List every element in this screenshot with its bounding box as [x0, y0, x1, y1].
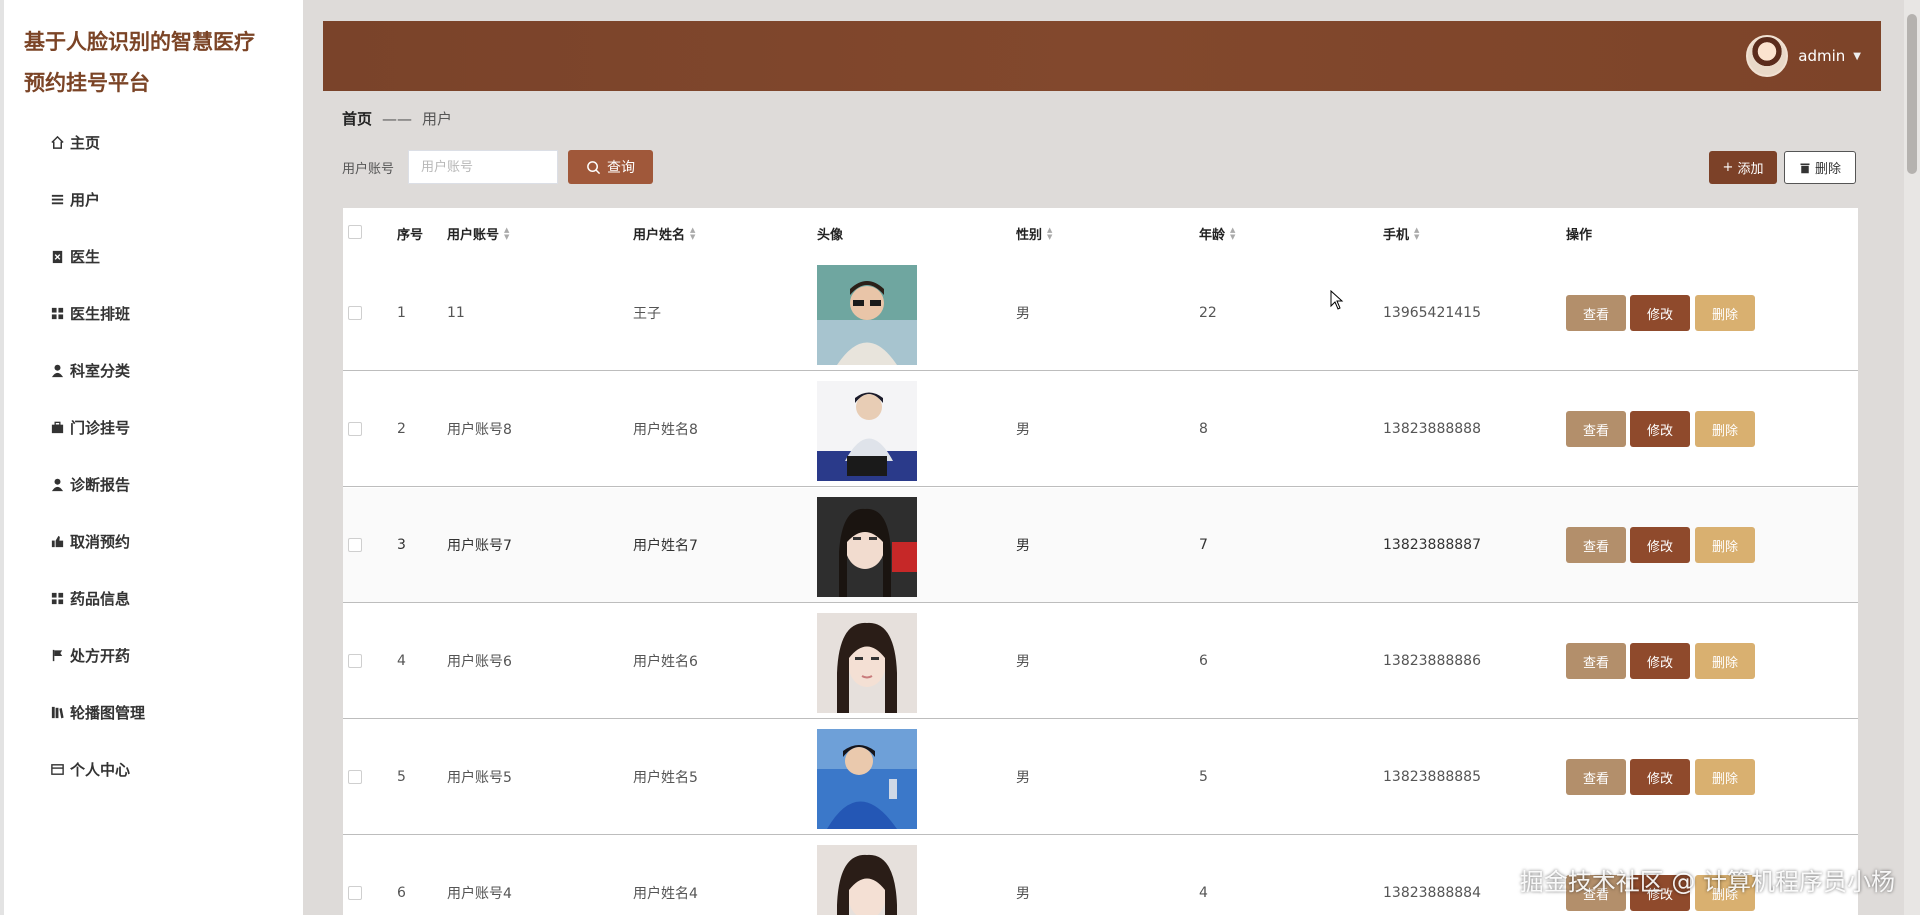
col-name[interactable]: 用户姓名 ▲ ▼ [633, 224, 695, 243]
breadcrumb-home[interactable]: 首页 [342, 108, 372, 129]
table-row: 3 用户账号7 用户姓名7 男 7 13823888887 查看 修改 删除 [343, 488, 1858, 603]
delete-button[interactable]: 删除 [1695, 643, 1755, 679]
delete-button[interactable]: 删除 [1695, 411, 1755, 447]
add-button[interactable]: + 添加 [1709, 151, 1777, 184]
avatar-photo [817, 497, 917, 597]
sidebar-item-registration[interactable]: 门诊挂号 [48, 411, 130, 443]
row-checkbox[interactable] [348, 538, 362, 552]
view-button[interactable]: 查看 [1566, 411, 1626, 447]
edit-button[interactable]: 修改 [1630, 411, 1690, 447]
col-index: 序号 [397, 228, 424, 243]
sidebar-item-departments[interactable]: 科室分类 [48, 354, 130, 386]
breadcrumb: 首页 —— 用户 [342, 108, 452, 129]
top-header: admin ▼ [323, 21, 1881, 91]
avatar-photo [817, 265, 917, 365]
app-title: 基于人脸识别的智慧医疗 预约挂号平台 [24, 30, 255, 95]
table-row: 2 用户账号8 用户姓名8 男 8 13823888888 查看 修改 删除 [343, 372, 1858, 487]
sidebar-item-home[interactable]: 主页 [48, 126, 100, 158]
grid-icon [48, 304, 66, 322]
col-gender[interactable]: 性别 ▲ ▼ [1016, 224, 1052, 243]
delete-button[interactable]: 删除 [1695, 527, 1755, 563]
edit-button[interactable]: 修改 [1630, 295, 1690, 331]
avatar [1746, 35, 1789, 77]
view-button[interactable]: 查看 [1566, 295, 1626, 331]
avatar-photo [817, 845, 917, 915]
sidebar-item-carousel[interactable]: 轮播图管理 [48, 696, 145, 728]
sidebar-item-reports[interactable]: 诊断报告 [48, 468, 130, 500]
view-button[interactable]: 查看 [1566, 643, 1626, 679]
mouse-cursor-icon [1330, 290, 1344, 310]
home-icon [48, 133, 66, 151]
username: admin [1798, 47, 1846, 65]
row-checkbox[interactable] [348, 770, 362, 784]
search-icon [587, 160, 601, 174]
edit-button[interactable]: 修改 [1630, 643, 1690, 679]
delete-button[interactable]: 删除 [1695, 759, 1755, 795]
trash-icon [1800, 163, 1810, 173]
edit-button[interactable]: 修改 [1630, 759, 1690, 795]
breadcrumb-current: 用户 [422, 110, 453, 128]
sort-icon[interactable]: ▲ ▼ [1230, 226, 1235, 241]
grid-icon [48, 589, 66, 607]
view-button[interactable]: 查看 [1566, 759, 1626, 795]
delete-button[interactable]: 删除 [1695, 295, 1755, 331]
col-actions: 操作 [1566, 228, 1593, 243]
table-row: 4 用户账号6 用户姓名6 男 6 13823888886 查看 修改 删除 [343, 604, 1858, 719]
avatar-photo [817, 613, 917, 713]
watermark: 掘金技术社区 @ 计算机程序员小杨 [1519, 868, 1895, 896]
vertical-scrollbar[interactable] [1904, 0, 1920, 915]
search-label: 用户账号 [342, 162, 395, 177]
sidebar-item-prescription[interactable]: 处方开药 [48, 639, 130, 671]
library-icon [48, 703, 66, 721]
thumb-icon [48, 532, 66, 550]
sidebar-item-profile[interactable]: 个人中心 [48, 753, 130, 785]
sort-icon[interactable]: ▲ ▼ [1414, 226, 1419, 241]
row-checkbox[interactable] [348, 422, 362, 436]
row-checkbox[interactable] [348, 886, 362, 900]
query-button[interactable]: 查询 [568, 150, 653, 184]
list-icon [48, 190, 66, 208]
col-age[interactable]: 年龄 ▲ ▼ [1199, 224, 1235, 243]
table-row: 5 用户账号5 用户姓名5 男 5 13823888885 查看 修改 删除 [343, 720, 1858, 835]
col-phone[interactable]: 手机 ▲ ▼ [1383, 224, 1419, 243]
plus-icon: + [1722, 160, 1734, 175]
user-icon [48, 361, 66, 379]
sort-icon[interactable]: ▲ ▼ [504, 226, 509, 241]
flag-icon [48, 646, 66, 664]
chevron-down-icon: ▼ [1853, 50, 1861, 62]
edit-button[interactable]: 修改 [1630, 527, 1690, 563]
clipboard-icon [48, 247, 66, 265]
sidebar: 基于人脸识别的智慧医疗 预约挂号平台 主页 用户 医生 医生排班 科室分类 门诊… [0, 0, 303, 915]
user-table: 序号 用户账号 ▲ ▼ 用户姓名 ▲ ▼ 头像 性别 ▲ ▼ 年龄 ▲ ▼ 手机 ▲ ▼ 操作 1 … [343, 208, 1858, 915]
person-icon [48, 475, 66, 493]
user-menu[interactable]: admin ▼ [1746, 33, 1861, 79]
avatar-photo [817, 729, 917, 829]
sidebar-item-schedule[interactable]: 医生排班 [48, 297, 130, 329]
sidebar-item-medicine[interactable]: 药品信息 [48, 582, 130, 614]
table-row: 1 11 王子 男 22 13965421415 查看 修改 删除 [343, 256, 1858, 371]
table-header: 序号 用户账号 ▲ ▼ 用户姓名 ▲ ▼ 头像 性别 ▲ ▼ 年龄 ▲ ▼ 手机 ▲ ▼ 操作 [343, 208, 1858, 256]
col-avatar: 头像 [817, 228, 844, 243]
scrollbar-thumb[interactable] [1907, 14, 1917, 174]
briefcase-icon [48, 418, 66, 436]
sidebar-item-cancel[interactable]: 取消预约 [48, 525, 130, 557]
breadcrumb-separator: —— [382, 109, 413, 128]
col-account[interactable]: 用户账号 ▲ ▼ [447, 224, 509, 243]
search-input[interactable] [408, 150, 558, 184]
sort-icon[interactable]: ▲ ▼ [1047, 226, 1052, 241]
sidebar-item-doctors[interactable]: 医生 [48, 240, 100, 272]
row-checkbox[interactable] [348, 306, 362, 320]
avatar-photo [817, 381, 917, 481]
batch-delete-button[interactable]: 删除 [1784, 151, 1856, 184]
select-all-checkbox[interactable] [348, 225, 362, 239]
card-icon [48, 760, 66, 778]
sort-icon[interactable]: ▲ ▼ [690, 226, 695, 241]
view-button[interactable]: 查看 [1566, 527, 1626, 563]
sidebar-item-users[interactable]: 用户 [48, 183, 100, 215]
row-checkbox[interactable] [348, 654, 362, 668]
